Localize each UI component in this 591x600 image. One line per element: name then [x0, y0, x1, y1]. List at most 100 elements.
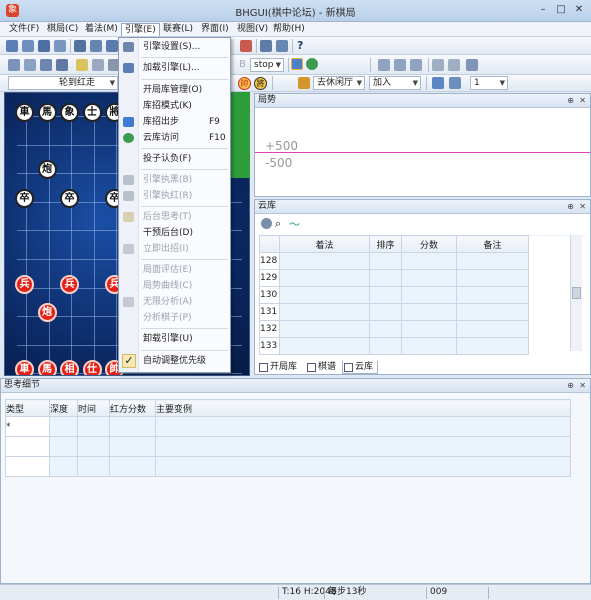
search-icon[interactable]: ⌕ [275, 217, 281, 231]
engine-menu-item[interactable]: ✓ 自动调整优先级 [119, 353, 230, 369]
panel-view-icon[interactable] [410, 59, 422, 71]
engine-menu-item[interactable]: 局面评估(E) [119, 262, 230, 278]
stop-combo[interactable]: stop ▼ [250, 58, 284, 72]
table-row[interactable]: 129 [259, 269, 585, 287]
red-piece[interactable]: 相 [60, 360, 79, 375]
book-icon[interactable] [291, 58, 303, 70]
tab-cloud[interactable]: 云库 [342, 361, 378, 374]
download-icon[interactable] [449, 77, 461, 89]
maximize-icon[interactable]: □ [553, 4, 569, 17]
pin-icon[interactable]: ⊕ [567, 94, 574, 107]
engine-menu-item[interactable]: 加载引擎(L)... [119, 60, 230, 76]
scrollbar-thumb[interactable] [572, 287, 581, 299]
cloud-scrollbar[interactable] [570, 235, 582, 351]
red-piece[interactable]: 炮 [37, 303, 57, 323]
menu-file[interactable]: 文件(F) [6, 23, 42, 36]
new-game-icon[interactable] [6, 40, 18, 52]
layout-tool-icon[interactable] [276, 40, 288, 52]
col-header-score[interactable]: 分数 [401, 235, 457, 253]
col-header-move[interactable]: 着法 [279, 235, 370, 253]
menu-moves[interactable]: 着法(M) [82, 23, 121, 36]
close-icon[interactable]: ✕ [579, 379, 586, 392]
black-piece[interactable]: 象 [60, 103, 79, 122]
list-view-icon[interactable] [394, 59, 406, 71]
lightbulb-icon[interactable] [76, 59, 88, 71]
save-icon[interactable] [38, 40, 50, 52]
black-piece[interactable]: 炮 [37, 160, 57, 180]
col-header-depth[interactable]: 深度 [49, 399, 78, 417]
engine-menu-item[interactable]: 引擎执红(R) [119, 188, 230, 204]
col-header-note[interactable]: 备注 [456, 235, 529, 253]
lobby-combo[interactable]: 去休闲厅 ▼ [313, 76, 365, 90]
col-header-main-line[interactable]: 主要变例 [155, 399, 571, 417]
black-piece[interactable]: 車 [15, 103, 34, 122]
edit-board-icon[interactable] [74, 40, 86, 52]
engine-menu-item[interactable]: 干预后台(D) [119, 225, 230, 241]
table-row[interactable] [5, 456, 571, 477]
magnifier-icon[interactable] [92, 59, 104, 71]
prev-move-icon[interactable] [448, 59, 460, 71]
board-view-icon[interactable] [8, 59, 20, 71]
menu-league[interactable]: 联赛(L) [160, 23, 196, 36]
table-row[interactable] [5, 436, 571, 457]
grid-view-icon[interactable] [378, 59, 390, 71]
first-move-icon[interactable] [432, 59, 444, 71]
engine-menu-item[interactable]: 卸载引擎(U) [119, 331, 230, 347]
col-header-red-score[interactable]: 红方分数 [109, 399, 156, 417]
close-icon[interactable]: ✕ [579, 94, 586, 107]
window-tool-icon[interactable] [260, 40, 272, 52]
black-piece[interactable]: 士 [82, 103, 102, 122]
red-move-icon[interactable]: 帥 [238, 77, 251, 90]
table-row[interactable]: 132 [259, 320, 585, 338]
engine-menu-item[interactable]: 引擎设置(S)... [119, 39, 230, 55]
engine-menu-item[interactable]: 立即出招(I) [119, 241, 230, 257]
layout-icon[interactable] [466, 59, 478, 71]
black-piece[interactable]: 卒 [15, 188, 34, 208]
red-piece[interactable]: 兵 [15, 274, 34, 294]
table-row[interactable]: 130 [259, 286, 585, 304]
engine-menu-item[interactable]: 无限分析(A) [119, 294, 230, 310]
menu-engine[interactable]: 引擎(E) [121, 23, 160, 36]
red-piece[interactable]: 車 [15, 360, 34, 375]
turn-combo[interactable]: 轮到红走 ▼ [8, 76, 118, 90]
col-header-time[interactable]: 时间 [77, 399, 110, 417]
pin-icon[interactable]: ⊕ [567, 379, 574, 392]
black-piece[interactable]: 卒 [60, 188, 79, 208]
monitor-icon[interactable] [40, 59, 52, 71]
engine-menu-item[interactable]: 云库访问 F10 [119, 130, 230, 146]
table-icon[interactable] [432, 77, 444, 89]
engine-menu-item[interactable]: 分析棋子(P) [119, 310, 230, 326]
menu-help[interactable]: 帮助(H) [270, 23, 308, 36]
globe-icon[interactable] [306, 58, 318, 70]
table-row[interactable]: * [5, 416, 571, 437]
close-icon[interactable]: ✕ [571, 4, 587, 17]
black-move-icon[interactable]: 將 [254, 77, 267, 90]
engine-menu-item[interactable]: 库招模式(K) [119, 98, 230, 114]
monitor-alt-icon[interactable] [56, 59, 68, 71]
engine-menu-item[interactable]: 局势曲线(C) [119, 278, 230, 294]
pin-icon[interactable]: ⊕ [567, 200, 574, 213]
counter-combo[interactable]: 1 ▼ [470, 76, 508, 90]
join-combo[interactable]: 加入 ▼ [369, 76, 421, 90]
red-piece[interactable]: 仕 [82, 360, 102, 375]
red-piece[interactable]: 馬 [37, 360, 57, 375]
table-row[interactable]: 133 [259, 337, 585, 355]
trend-icon[interactable]: 〜 [289, 216, 300, 232]
engine-menu-item[interactable]: 后台思考(T) [119, 209, 230, 225]
copy-icon[interactable] [106, 40, 118, 52]
lobby-icon[interactable] [298, 77, 310, 89]
print-icon[interactable] [90, 40, 102, 52]
engine-menu-item[interactable]: 引擎执黑(B) [119, 172, 230, 188]
menu-game[interactable]: 棋局(C) [44, 23, 81, 36]
open-icon[interactable] [22, 40, 34, 52]
menu-interface[interactable]: 界面(I) [198, 23, 232, 36]
engine-menu-item[interactable]: 库招出步 F9 [119, 114, 230, 130]
red-piece[interactable]: 兵 [60, 274, 79, 294]
menu-view[interactable]: 视图(V) [234, 23, 271, 36]
engine-menu-item[interactable]: 开局库管理(O) [119, 82, 230, 98]
col-header-rank[interactable]: 排序 [369, 235, 402, 253]
table-row[interactable]: 131 [259, 303, 585, 321]
tab-game-record[interactable]: 棋谱 [306, 361, 336, 374]
black-piece[interactable]: 馬 [37, 103, 57, 122]
engine-tool-icon[interactable] [240, 40, 252, 52]
